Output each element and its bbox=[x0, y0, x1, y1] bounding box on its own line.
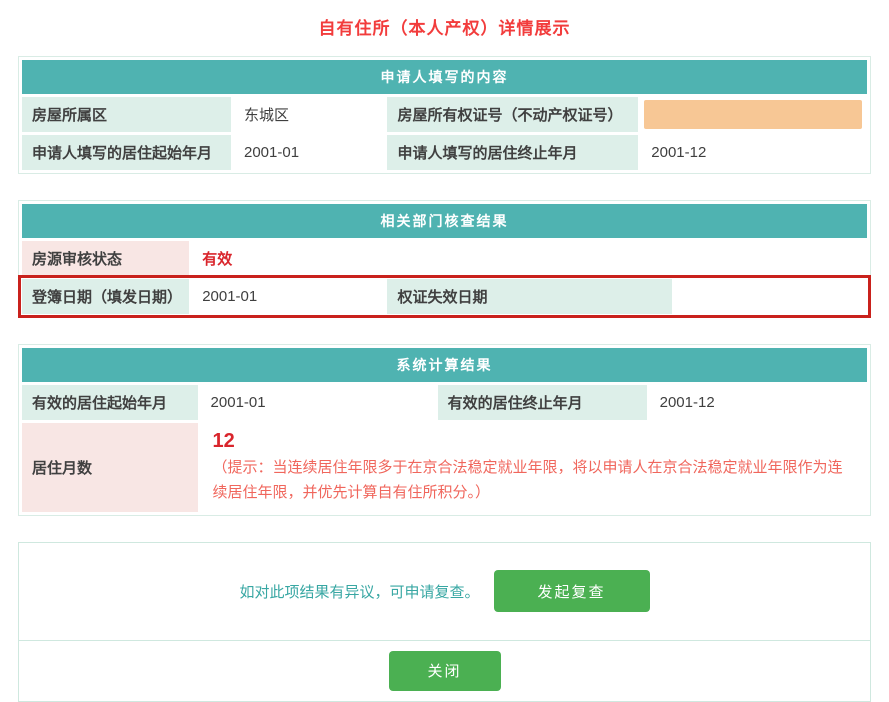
highlighted-register-date-row: 登簿日期（填发日期） 2001-01 权证失效日期 bbox=[22, 279, 867, 314]
page-title: 自有住所（本人产权）详情展示 bbox=[18, 14, 871, 39]
cert-number-label: 房屋所有权证号（不动产权证号） bbox=[387, 97, 638, 132]
system-calc-table: 系统计算结果 有效的居住起始年月 2001-01 有效的居住终止年月 2001-… bbox=[18, 344, 871, 516]
cert-number-value-cell bbox=[641, 97, 867, 132]
district-value: 东城区 bbox=[234, 97, 384, 132]
residence-months-label: 居住月数 bbox=[22, 423, 198, 512]
valid-start-value: 2001-01 bbox=[201, 385, 435, 420]
applicant-table-header: 申请人填写的内容 bbox=[22, 60, 867, 94]
verification-table-header-row: 相关部门核查结果 bbox=[22, 204, 867, 238]
review-row: 如对此项结果有异议，可申请复查。 发起复查 bbox=[19, 543, 870, 641]
start-review-button[interactable]: 发起复查 bbox=[494, 570, 650, 612]
table-row: 有效的居住起始年月 2001-01 有效的居住终止年月 2001-12 bbox=[22, 385, 867, 420]
table-row: 申请人填写的居住起始年月 2001-01 申请人填写的居住终止年月 2001-1… bbox=[22, 135, 867, 170]
cert-invalid-date-value bbox=[675, 279, 867, 314]
table-row: 房源审核状态 有效 bbox=[22, 241, 867, 276]
residence-start-label: 申请人填写的居住起始年月 bbox=[22, 135, 231, 170]
review-hint-text: 如对此项结果有异议，可申请复查。 bbox=[239, 581, 479, 602]
dialog-content: 自有住所（本人产权）详情展示 申请人填写的内容 房屋所属区 东城区 房屋所有权证… bbox=[0, 0, 889, 702]
district-label: 房屋所属区 bbox=[22, 97, 231, 132]
close-button[interactable]: 关闭 bbox=[389, 651, 501, 691]
table-row: 房屋所属区 东城区 房屋所有权证号（不动产权证号） bbox=[22, 97, 867, 132]
system-table-header-row: 系统计算结果 bbox=[22, 348, 867, 382]
close-row: 关闭 bbox=[19, 641, 870, 701]
verification-result-table: 相关部门核查结果 房源审核状态 有效 登簿日期（填发日期） 2001-01 权证… bbox=[18, 200, 871, 318]
valid-start-label: 有效的居住起始年月 bbox=[22, 385, 198, 420]
audit-status-label: 房源审核状态 bbox=[22, 241, 189, 276]
residence-end-label: 申请人填写的居住终止年月 bbox=[387, 135, 638, 170]
table-row: 居住月数 12 （提示：当连续居住年限多于在京合法稳定就业年限，将以申请人在京合… bbox=[22, 423, 867, 512]
residence-end-value: 2001-12 bbox=[641, 135, 867, 170]
register-date-label: 登簿日期（填发日期） bbox=[22, 279, 189, 314]
residence-months-hint: （提示：当连续居住年限多于在京合法稳定就业年限，将以申请人在京合法稳定就业年限作… bbox=[213, 456, 855, 506]
register-date-value: 2001-01 bbox=[192, 279, 384, 314]
residence-months-value: 12 bbox=[213, 429, 855, 453]
audit-status-value: 有效 bbox=[192, 241, 867, 276]
valid-end-label: 有效的居住终止年月 bbox=[438, 385, 647, 420]
residence-months-cell: 12 （提示：当连续居住年限多于在京合法稳定就业年限，将以申请人在京合法稳定就业… bbox=[201, 423, 867, 512]
system-table-header: 系统计算结果 bbox=[22, 348, 867, 382]
footer-action-box: 如对此项结果有异议，可申请复查。 发起复查 关闭 bbox=[18, 542, 871, 702]
verification-table-header: 相关部门核查结果 bbox=[22, 204, 867, 238]
cert-number-field[interactable] bbox=[644, 100, 862, 129]
residence-start-value: 2001-01 bbox=[234, 135, 384, 170]
cert-invalid-date-label: 权证失效日期 bbox=[387, 279, 671, 314]
valid-end-value: 2001-12 bbox=[650, 385, 867, 420]
applicant-info-table: 申请人填写的内容 房屋所属区 东城区 房屋所有权证号（不动产权证号） 申请人填写… bbox=[18, 56, 871, 174]
applicant-table-header-row: 申请人填写的内容 bbox=[22, 60, 867, 94]
